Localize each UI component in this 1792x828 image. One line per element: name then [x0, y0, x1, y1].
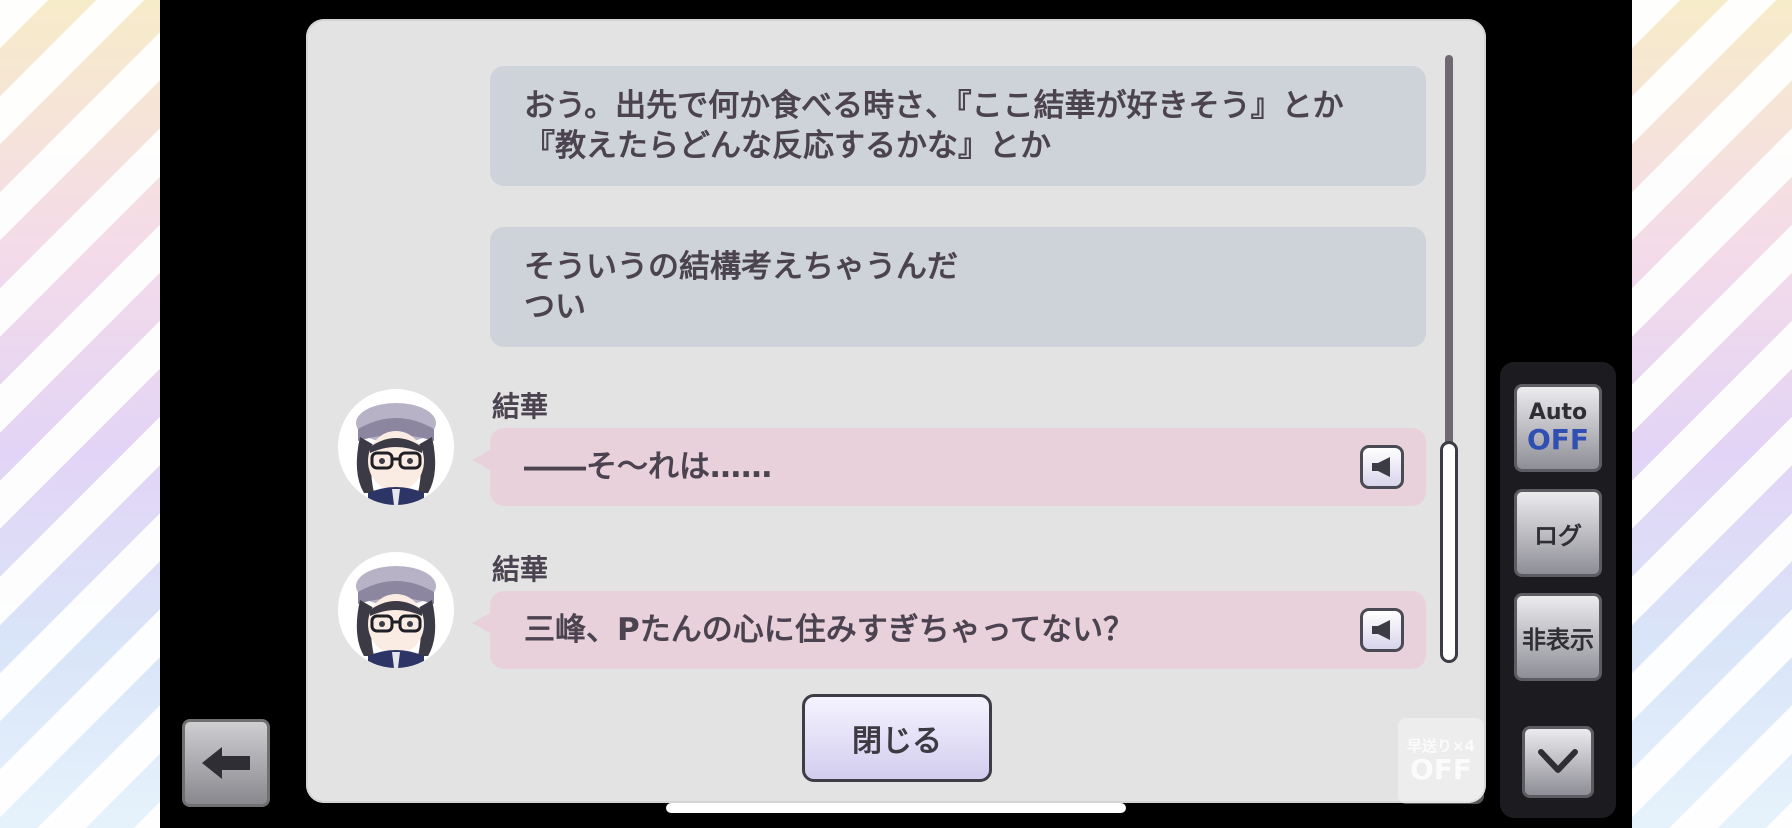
hide-button[interactable]: 非表示 [1514, 593, 1602, 681]
speaker-icon [1372, 457, 1390, 477]
speaker-name: 結華 [492, 553, 549, 586]
log-message-narration: おう。出先で何か食べる時さ、『ここ結華が好きそう』とか 『教えたらどんな反応する… [490, 66, 1426, 186]
speaker-name: 結華 [492, 390, 549, 423]
hide-label: 非表示 [1522, 625, 1594, 654]
message-text: そういうの結構考えちゃうんだ つい [524, 249, 958, 325]
left-stripe-background [0, 0, 160, 828]
home-indicator[interactable] [666, 803, 1126, 813]
character-avatar [338, 552, 454, 668]
yuika-portrait [356, 403, 436, 505]
arrow-left-icon [202, 747, 250, 779]
auto-status: OFF [1526, 423, 1590, 456]
back-button[interactable] [182, 719, 270, 807]
scrollbar-thumb[interactable] [1440, 441, 1458, 663]
right-stripe-background [1632, 0, 1792, 828]
character-avatar [338, 389, 454, 505]
chevron-down-icon [1538, 749, 1578, 773]
scrollbar-track[interactable] [1445, 55, 1453, 465]
voice-replay-button[interactable] [1360, 608, 1404, 652]
log-message-narration: そういうの結構考えちゃうんだ つい [490, 227, 1426, 347]
speaker-icon [1372, 620, 1390, 640]
dialogue-log-panel: おう。出先で何か食べる時さ、『ここ結華が好きそう』とか 『教えたらどんな反応する… [306, 19, 1486, 803]
fast-forward-button[interactable]: 早送り×4 OFF [1398, 718, 1484, 804]
log-message-character: ――そ～れは…… [472, 428, 1426, 506]
yuika-portrait [356, 566, 436, 668]
auto-label: Auto [1528, 400, 1588, 425]
message-text: 三峰、Pたんの心に住みすぎちゃってない？ [524, 612, 1135, 648]
close-button-label: 閉じる [852, 724, 942, 759]
close-button[interactable]: 閉じる [802, 694, 992, 782]
voice-replay-button[interactable] [1360, 445, 1404, 489]
side-control-panel: Auto OFF ログ 非表示 [1500, 362, 1616, 818]
collapse-button[interactable] [1522, 726, 1594, 798]
log-message-character: 三峰、Pたんの心に住みすぎちゃってない？ [472, 591, 1426, 669]
message-text: ――そ～れは…… [524, 449, 772, 485]
fast-forward-status: OFF [1409, 753, 1473, 786]
message-text: おう。出先で何か食べる時さ、『ここ結華が好きそう』とか 『教えたらどんな反応する… [524, 88, 1344, 164]
log-button[interactable]: ログ [1514, 489, 1602, 577]
log-label: ログ [1534, 521, 1582, 550]
auto-button[interactable]: Auto OFF [1514, 384, 1602, 472]
